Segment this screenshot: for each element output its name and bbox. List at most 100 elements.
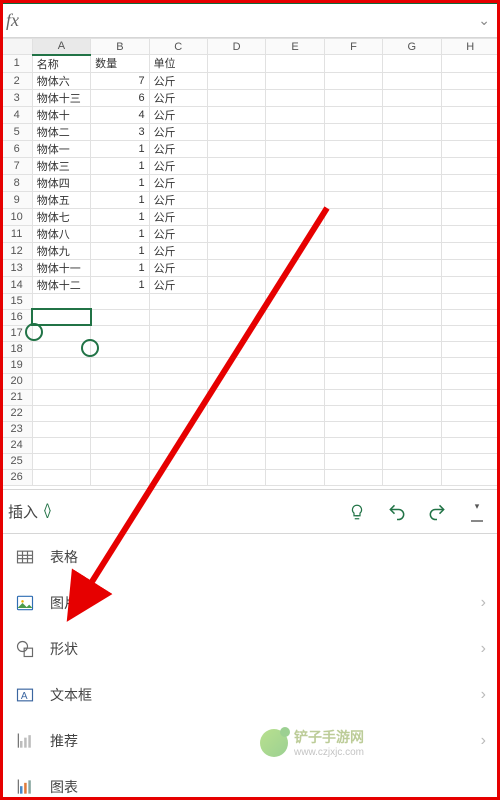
row-header[interactable]: 9 [1,191,32,208]
cell[interactable]: 公斤 [149,89,207,106]
cell[interactable]: 1 [91,174,149,191]
cell[interactable] [441,276,499,293]
row-header[interactable]: 3 [1,89,32,106]
cell[interactable] [91,453,149,469]
cell[interactable] [207,276,265,293]
cell[interactable] [383,341,441,357]
insert-item-recommended[interactable]: 推荐 › [0,718,500,764]
cell[interactable]: 物体二 [32,123,90,140]
cell[interactable] [324,106,382,123]
cell[interactable]: 公斤 [149,259,207,276]
cell[interactable] [324,89,382,106]
cell[interactable] [266,55,324,73]
cell[interactable]: 物体五 [32,191,90,208]
cell[interactable] [383,106,441,123]
cell[interactable]: 物体十 [32,106,90,123]
cell[interactable] [324,208,382,225]
cell[interactable] [441,325,499,341]
cell[interactable]: 公斤 [149,208,207,225]
cell[interactable]: 单位 [149,55,207,73]
cell[interactable] [441,191,499,208]
col-header-A[interactable]: A [32,39,90,55]
cell[interactable] [441,293,499,309]
cell[interactable] [266,242,324,259]
cell[interactable] [383,453,441,469]
cell[interactable] [149,325,207,341]
cell[interactable] [441,55,499,73]
cell[interactable]: 物体十一 [32,259,90,276]
cell[interactable] [324,309,382,325]
cell[interactable] [266,357,324,373]
cell[interactable] [383,259,441,276]
cell[interactable] [383,225,441,242]
cell[interactable]: 物体九 [32,242,90,259]
cell[interactable] [207,421,265,437]
row-header[interactable]: 5 [1,123,32,140]
cell[interactable] [91,405,149,421]
cell[interactable] [441,309,499,325]
cell[interactable] [207,72,265,89]
cell[interactable]: 1 [91,242,149,259]
cell[interactable] [383,123,441,140]
cell[interactable] [266,174,324,191]
cell[interactable] [441,174,499,191]
cell[interactable]: 物体十三 [32,89,90,106]
col-header-H[interactable]: H [441,39,499,55]
cell[interactable] [441,453,499,469]
cell[interactable]: 1 [91,208,149,225]
redo-icon[interactable] [422,497,452,527]
cell[interactable] [266,106,324,123]
cell[interactable] [324,242,382,259]
undo-icon[interactable] [382,497,412,527]
cell[interactable]: 物体三 [32,157,90,174]
cell[interactable] [207,55,265,73]
cell[interactable] [207,405,265,421]
col-header-G[interactable]: G [383,39,441,55]
cell[interactable]: 4 [91,106,149,123]
cell[interactable] [91,309,149,325]
cell[interactable] [32,389,90,405]
cell[interactable] [266,341,324,357]
row-header[interactable]: 18 [1,341,32,357]
cell[interactable] [324,157,382,174]
cell[interactable] [383,157,441,174]
row-header[interactable]: 20 [1,373,32,389]
cell[interactable] [441,225,499,242]
insert-item-textbox[interactable]: A 文本框 › [0,672,500,718]
cell[interactable] [207,309,265,325]
row-header[interactable]: 25 [1,453,32,469]
cell[interactable] [149,341,207,357]
ribbon-tab-picker[interactable]: 插入 ᐱᐯ [8,501,51,522]
cell[interactable] [383,276,441,293]
lightbulb-icon[interactable] [342,497,372,527]
cell[interactable]: 1 [91,225,149,242]
cell[interactable] [324,123,382,140]
cell[interactable] [32,453,90,469]
cell[interactable] [266,123,324,140]
cell[interactable]: 公斤 [149,157,207,174]
cell[interactable] [324,191,382,208]
cell[interactable] [266,309,324,325]
cell[interactable] [324,405,382,421]
cell[interactable] [441,89,499,106]
select-all-corner[interactable] [1,39,32,55]
cell[interactable] [441,421,499,437]
row-header[interactable]: 14 [1,276,32,293]
row-header[interactable]: 6 [1,140,32,157]
cell[interactable] [441,373,499,389]
cell[interactable] [207,373,265,389]
cell[interactable] [149,453,207,469]
cell[interactable] [32,405,90,421]
cell[interactable] [441,106,499,123]
cell[interactable] [32,293,90,309]
row-header[interactable]: 10 [1,208,32,225]
cell[interactable] [149,357,207,373]
cell[interactable]: 1 [91,259,149,276]
cell[interactable] [266,72,324,89]
cell[interactable]: 6 [91,89,149,106]
cell[interactable] [324,341,382,357]
cell[interactable] [32,437,90,453]
cell[interactable] [441,72,499,89]
cell[interactable]: 物体四 [32,174,90,191]
cell[interactable] [383,421,441,437]
